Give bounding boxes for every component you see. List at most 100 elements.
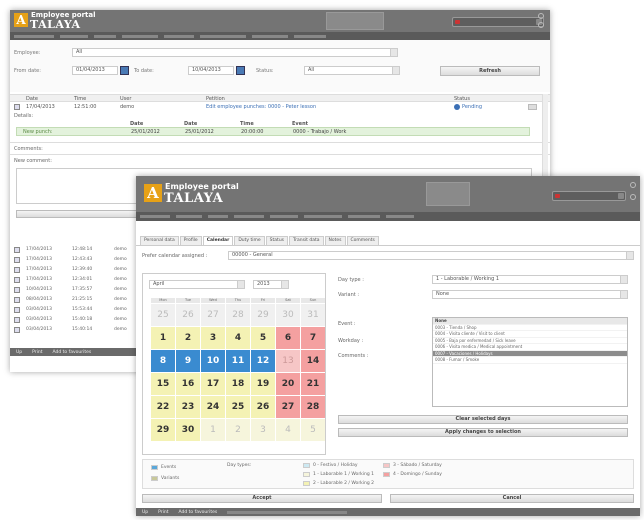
user-box[interactable] — [426, 182, 470, 206]
calendar-day[interactable]: 22 — [151, 396, 175, 418]
language-select[interactable] — [452, 17, 544, 27]
calendar-day[interactable]: 30 — [176, 419, 200, 441]
row-checkbox[interactable] — [14, 277, 20, 283]
calendar-day[interactable]: 12 — [251, 350, 275, 372]
nav-item[interactable] — [14, 34, 54, 38]
tab-transit-data[interactable]: Transit data — [289, 236, 324, 245]
calendar-day[interactable]: 27 — [201, 304, 225, 326]
employee-select[interactable]: All — [72, 48, 398, 57]
row-checkbox[interactable] — [14, 317, 20, 323]
clear-selected-days-button[interactable]: Clear selected days — [338, 415, 628, 424]
calendar-day[interactable]: 17 — [201, 373, 225, 395]
apply-changes-button[interactable]: Apply changes to selection — [338, 428, 628, 437]
favorites-link[interactable]: Add to favourites — [53, 350, 92, 355]
calendar-day[interactable]: 29 — [151, 419, 175, 441]
month-select[interactable]: April — [149, 280, 245, 289]
calendar-day[interactable]: 8 — [151, 350, 175, 372]
calendar-day[interactable]: 7 — [301, 327, 325, 349]
gear-icon[interactable] — [630, 194, 636, 200]
row-checkbox[interactable] — [14, 267, 20, 273]
row-petition[interactable]: Edit employee punches: 0000 - Peter less… — [206, 104, 316, 110]
gear-icon[interactable] — [538, 22, 544, 28]
calendar-day[interactable]: 16 — [176, 373, 200, 395]
to-date-input[interactable]: 10/04/2013 — [188, 66, 234, 75]
calendar-day[interactable]: 19 — [251, 373, 275, 395]
calendar-day[interactable]: 2 — [226, 419, 250, 441]
calendar-day[interactable]: 5 — [251, 327, 275, 349]
calendar-day[interactable]: 2 — [176, 327, 200, 349]
variant-select[interactable]: None — [432, 290, 628, 299]
calendar-icon[interactable] — [236, 66, 245, 75]
nav-item[interactable] — [94, 34, 116, 38]
row-checkbox[interactable] — [14, 257, 20, 263]
calendar-day[interactable]: 3 — [201, 327, 225, 349]
tab-personal-data[interactable]: Personal data — [140, 236, 179, 245]
calendar-day[interactable]: 23 — [176, 396, 200, 418]
print-link[interactable]: Print — [158, 510, 168, 515]
language-select[interactable] — [552, 191, 626, 201]
nav-item[interactable] — [208, 215, 228, 218]
tab-duty-time[interactable]: Duty time — [234, 236, 265, 245]
up-link[interactable]: Up — [142, 510, 148, 515]
tab-profile[interactable]: Profile — [179, 236, 202, 245]
refresh-button[interactable]: Refresh — [440, 66, 540, 76]
nav-item[interactable] — [348, 215, 380, 218]
row-checkbox[interactable] — [14, 247, 20, 253]
calendar-day[interactable]: 14 — [301, 350, 325, 372]
calendar-day[interactable]: 20 — [276, 373, 300, 395]
status-select[interactable]: All — [304, 66, 400, 75]
calendar-icon[interactable] — [120, 66, 129, 75]
favorites-link[interactable]: Add to favourites — [179, 510, 218, 515]
calendar-day[interactable]: 11 — [226, 350, 250, 372]
calendar-day[interactable]: 27 — [276, 396, 300, 418]
calendar-day[interactable]: 4 — [226, 327, 250, 349]
row-checkbox[interactable] — [14, 307, 20, 313]
table-row[interactable]: 17/04/2013 12:51:00 demo Edit employee p… — [10, 103, 550, 112]
row-dropdown[interactable] — [528, 104, 537, 110]
calendar-day[interactable]: 5 — [301, 419, 325, 441]
nav-item[interactable] — [140, 215, 170, 218]
row-checkbox[interactable] — [14, 287, 20, 293]
row-checkbox[interactable] — [14, 327, 20, 333]
nav-item[interactable] — [122, 34, 158, 38]
tab-comments[interactable]: Comments — [346, 236, 379, 245]
calendar-day[interactable]: 24 — [201, 396, 225, 418]
calendar-day[interactable]: 30 — [276, 304, 300, 326]
calendar-day[interactable]: 1 — [151, 327, 175, 349]
nav-item[interactable] — [164, 34, 194, 38]
calendar-day[interactable]: 29 — [251, 304, 275, 326]
nav-item[interactable] — [386, 215, 414, 218]
nav-item[interactable] — [60, 34, 88, 38]
row-checkbox[interactable] — [14, 104, 20, 110]
tab-notes[interactable]: Notes — [324, 236, 346, 245]
nav-item[interactable] — [270, 215, 298, 218]
cancel-button[interactable]: Cancel — [390, 494, 634, 503]
search-icon[interactable] — [538, 13, 544, 19]
user-box[interactable] — [326, 12, 384, 30]
calendar-day[interactable]: 9 — [176, 350, 200, 372]
calendar-day[interactable]: 31 — [301, 304, 325, 326]
up-link[interactable]: Up — [16, 350, 22, 355]
calendar-day[interactable]: 18 — [226, 373, 250, 395]
calendar-day[interactable]: 26 — [176, 304, 200, 326]
calendar-day[interactable]: 13 — [276, 350, 300, 372]
tab-status[interactable]: Status — [265, 236, 289, 245]
calendar-day[interactable]: 21 — [301, 373, 325, 395]
day-type-select[interactable]: 1 - Laborable / Working 1 — [432, 275, 628, 284]
calendar-day[interactable]: 25 — [151, 304, 175, 326]
search-icon[interactable] — [630, 182, 636, 188]
event-option[interactable]: 0008 - Fumar / Smoke — [433, 357, 627, 364]
nav-item[interactable] — [294, 34, 326, 38]
calendar-day[interactable]: 10 — [201, 350, 225, 372]
nav-item[interactable] — [234, 215, 264, 218]
nav-item[interactable] — [200, 34, 246, 38]
event-listbox[interactable]: None 0003 - Tienda / Shop 0004 - Visita cl… — [432, 317, 628, 407]
calendar-day[interactable]: 28 — [301, 396, 325, 418]
nav-item[interactable] — [176, 215, 202, 218]
from-date-input[interactable]: 01/04/2013 — [72, 66, 118, 75]
nav-item[interactable] — [304, 215, 342, 218]
calendar-day[interactable]: 25 — [226, 396, 250, 418]
send-comment-button[interactable] — [16, 210, 146, 218]
nav-item[interactable] — [252, 34, 288, 38]
tab-calendar[interactable]: Calendar — [202, 236, 234, 245]
